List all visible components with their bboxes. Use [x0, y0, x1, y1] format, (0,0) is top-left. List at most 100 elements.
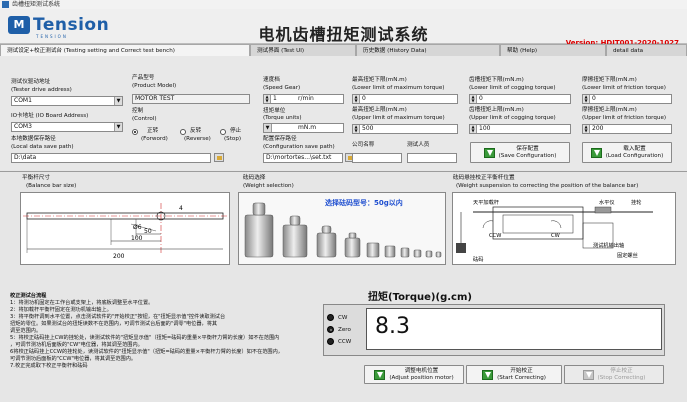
local-save-path-field[interactable]: D:\data [11, 153, 211, 163]
friction-lower-value: 0 [592, 95, 596, 102]
instruction-line: 6将校正砝码挂上CCW的挂轮处，读测试软件的"扭矩显示值"（扭矩=砝码的重量×平… [10, 349, 283, 355]
balance-bar-label-en: (Balance bar size) [26, 183, 77, 189]
tab-test-ui[interactable]: 测试界面 (Test UI) [250, 44, 356, 56]
company-field[interactable] [352, 153, 402, 163]
friction-lower-stepper[interactable]: ▲ ▼ 0 [582, 94, 672, 104]
load-config-button[interactable]: 载入配置 (Load Configuration) [582, 142, 672, 163]
app-header: M Tension TENSION 电机齿槽扭矩测试系统 Version: HD… [0, 9, 687, 47]
product-model-field[interactable]: MOTOR TEST [132, 94, 250, 104]
tab-help[interactable]: 帮助 (Help) [500, 44, 606, 56]
spin-arrows-icon[interactable]: ▲ ▼ [583, 95, 590, 103]
suspension-label: 砝码悬挂校正平衡杆位置 [453, 175, 515, 181]
tab-testing-setting[interactable]: 测试设定+校正测试台 (Testing setting and Correct … [0, 44, 250, 56]
zero-label: Zero [338, 327, 351, 333]
ccw-indicator-icon [327, 338, 334, 345]
spin-arrows-icon[interactable]: ▲ ▼ [470, 125, 477, 133]
start-correct-button[interactable]: 开始校正 (Start Correcting) [466, 365, 562, 384]
window-title: 齿槽扭矩测试系统 [12, 1, 61, 8]
tab-detail-data[interactable]: detail data [606, 44, 687, 56]
weight-selection-image: 选择砝码型号：50g以内 [238, 192, 446, 265]
friction-lower-label: 摩擦扭矩下限(mN.m) [582, 77, 637, 83]
load-config-label-en: (Load Configuration) [605, 152, 664, 159]
config-path-field[interactable]: D:\mortortes...\set.txt [263, 153, 343, 163]
product-model-value: MOTOR TEST [135, 95, 175, 102]
cog-torque-upper-stepper[interactable]: ▲ ▼ 100 [469, 124, 571, 134]
config-path-label-en: (Configuration save path) [263, 144, 335, 150]
max-torque-upper-label-en: (Upper limit of maximum torque) [352, 115, 445, 121]
save-config-label-en: (Save Configuration) [498, 152, 557, 159]
torque-value-display: 8.3 [366, 308, 662, 350]
dim-50: 50 [144, 228, 152, 235]
cog-torque-lower-stepper[interactable]: ▲ ▼ 0 [469, 94, 571, 104]
instruction-line: 5：将校正砝码挂上CW的挂轮处，读测试软件的"扭矩显示值"（扭矩=砝码的重量×平… [10, 335, 280, 341]
control-stop-label: 停止 [230, 128, 242, 134]
dim-100: 100 [131, 235, 143, 242]
torque-units-label-en: (Torque units) [263, 115, 302, 121]
friction-upper-stepper[interactable]: ▲ ▼ 200 [582, 124, 672, 134]
folder-browse-icon[interactable] [214, 153, 224, 162]
dim-200: 200 [113, 253, 125, 260]
instruction-line: 扭矩的零位。如果测试台的扭矩读数不在范围内，可调节测试台后面的"调零"电位器，将… [10, 321, 218, 327]
max-torque-upper-stepper[interactable]: ▲ ▼ 500 [352, 124, 458, 134]
config-path-label: 配置保存路径 [263, 136, 297, 142]
tab-history-data[interactable]: 历史数据 (History Data) [356, 44, 500, 56]
cog-torque-upper-label: 齿槽扭矩上限(mN.m) [469, 107, 524, 113]
product-model-label: 产品型号 [132, 75, 155, 81]
instruction-line: 2：将加载杆平衡杆固定在测功机输出轴上。 [10, 307, 112, 313]
control-reverse-label-en: (Reverse) [184, 136, 211, 142]
weight-caption: 选择砝码型号：50g以内 [325, 198, 403, 207]
chevron-down-icon: ▼ [114, 97, 122, 105]
spin-arrows-icon[interactable]: ▲ ▼ [583, 125, 590, 133]
friction-upper-label: 摩擦扭矩上限(mN.m) [582, 107, 637, 113]
cw-label: CW [338, 315, 348, 321]
speed-gear-unit: r/min [298, 95, 314, 102]
tester-field[interactable] [407, 153, 457, 163]
note-ccw: CCW [489, 233, 501, 239]
start-correct-label-en: (Start Correcting) [497, 374, 546, 381]
tester-drive-label: 测试仪驱动地址 [11, 79, 51, 85]
control-forward-label-en: (Forword) [141, 136, 168, 142]
suspension-diagram: 天平加载杆 水平仪 挂轮 CCW CW 测试机输出轴 固定螺丝 砝码 [452, 192, 676, 265]
control-forward-radio[interactable] [132, 129, 138, 135]
max-torque-lower-value: 0 [362, 95, 366, 102]
settings-panel: 测试仪驱动地址 (Tester drive address) COM1 ▼ IO… [0, 56, 687, 170]
config-path-value: D:\mortortes...\set.txt [266, 154, 332, 161]
control-stop-radio[interactable] [220, 129, 226, 135]
io-board-select[interactable]: COM3 ▼ [11, 122, 123, 132]
note-weight: 砝码 [473, 255, 483, 263]
spin-arrows-icon[interactable]: ▲ ▼ [470, 95, 477, 103]
ccw-label: CCW [338, 339, 352, 345]
stop-correct-button[interactable]: 停止校正 (Stop Correcting) [564, 365, 664, 384]
zero-indicator-icon [327, 326, 334, 333]
max-torque-lower-label-en: (Lower limit of maximum torque) [352, 85, 445, 91]
spin-arrows-icon[interactable]: ▲ ▼ [353, 95, 360, 103]
spin-arrows-icon[interactable]: ▲ ▼ [264, 95, 271, 103]
local-save-path-value: D:\data [14, 154, 37, 161]
save-config-button[interactable]: 保存配置 (Save Configuration) [470, 142, 570, 163]
speed-gear-value: 1 [273, 95, 277, 102]
max-torque-lower-stepper[interactable]: ▲ ▼ 0 [352, 94, 458, 104]
spin-arrows-icon[interactable]: ▲ ▼ [353, 125, 360, 133]
cog-torque-upper-label-en: (Upper limit of cogging torque) [469, 115, 556, 121]
company-label: 公司名称 [352, 142, 375, 148]
instruction-line: ，可调节测功机后面板的"CW"电位器，将其调至范围内。 [10, 342, 143, 348]
suspension-drawing: 天平加载杆 水平仪 挂轮 CCW CW 测试机输出轴 固定螺丝 砝码 [456, 198, 653, 263]
instruction-line: 调至范围内。 [10, 328, 42, 334]
torque-units-select[interactable]: mN.m ▼ [263, 123, 344, 133]
adjust-motor-button[interactable]: 调整电机位置 (Adjust position motor) [364, 365, 464, 384]
local-save-label: 本地数据保存路径 [11, 136, 56, 142]
cog-torque-lower-label-en: (Lower limit of cogging torque) [469, 85, 556, 91]
balance-bar-label: 平衡杆尺寸 [22, 175, 50, 181]
product-model-label-en: (Product Model) [132, 83, 177, 89]
download-icon [590, 147, 602, 158]
control-reverse-radio[interactable] [180, 129, 186, 135]
speed-gear-stepper[interactable]: ▲ ▼ 1 r/min [263, 94, 344, 104]
friction-upper-value: 200 [592, 125, 604, 132]
tester-drive-select[interactable]: COM1 ▼ [11, 96, 123, 106]
cog-torque-upper-value: 100 [479, 125, 491, 132]
tester-label: 测试人员 [407, 142, 430, 148]
section-divider [0, 171, 687, 172]
chevron-down-icon: ▼ [114, 123, 122, 131]
dim-hole: Ø6 [133, 224, 142, 231]
io-board-value: COM3 [14, 123, 32, 130]
